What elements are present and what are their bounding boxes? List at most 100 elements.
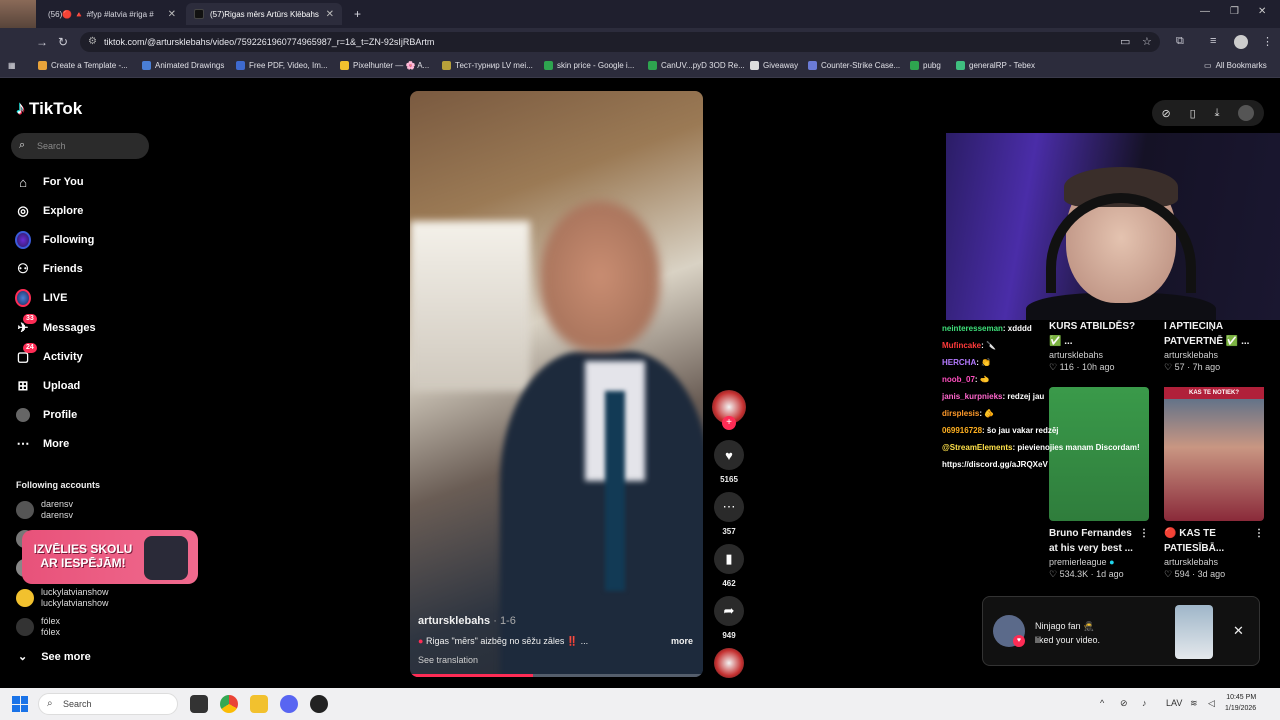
nav-more[interactable]: ⋯ More: [15, 434, 70, 454]
bookmark-item[interactable]: Counter-Strike Case...: [808, 61, 900, 70]
nav-for-you[interactable]: ⌂ For You: [15, 172, 83, 192]
close-icon[interactable]: ✕: [326, 9, 334, 20]
tiktok-logo[interactable]: ♪ TikTok: [16, 98, 82, 119]
see-translation-link[interactable]: See translation: [418, 655, 478, 665]
chat-text: : 👏: [976, 358, 992, 367]
compass-icon[interactable]: ⊘: [1161, 107, 1170, 120]
extensions-icon[interactable]: ⧉: [1176, 35, 1184, 48]
comment-button[interactable]: ⋯ 357: [712, 492, 746, 536]
bookmark-item[interactable]: generalRP - Tebex: [956, 61, 1035, 70]
share-count: 949: [722, 631, 736, 640]
comment-icon: ⋯: [714, 492, 744, 522]
all-bookmarks[interactable]: ▭ All Bookmarks: [1204, 61, 1267, 70]
discord-icon[interactable]: [280, 695, 298, 713]
task-view-icon[interactable]: [190, 695, 208, 713]
cast-icon[interactable]: ▭: [1120, 35, 1130, 48]
following-account[interactable]: fólex fólex: [16, 615, 60, 639]
wifi-icon[interactable]: ≋: [1190, 698, 1198, 709]
nav-following[interactable]: Following: [15, 230, 94, 250]
reload-icon[interactable]: ↻: [58, 35, 68, 49]
author-avatar-button[interactable]: +: [712, 390, 746, 430]
bookmark-item[interactable]: Create a Template -...: [38, 61, 128, 70]
more-link[interactable]: more: [671, 636, 693, 647]
browser-tab[interactable]: (56)🔴 🔺 #fyp #latvia #riga # ✕: [40, 3, 184, 25]
chat-username: dirsplesis: [942, 409, 980, 418]
taskbar-search[interactable]: ⌕ Search: [38, 693, 178, 715]
chat-username: neinteresseman: [942, 324, 1003, 333]
close-icon[interactable]: ✕: [1233, 623, 1244, 639]
like-button[interactable]: ♥ 5165: [712, 440, 746, 484]
save-count: 462: [722, 579, 736, 588]
chat-username: 069916728: [942, 426, 983, 435]
volume-icon[interactable]: ◁: [1208, 698, 1215, 709]
nav-live[interactable]: LIVE: [15, 288, 67, 308]
bookmark-item[interactable]: skin price - Google i...: [544, 61, 634, 70]
tray-chevron-icon[interactable]: ^: [1100, 698, 1104, 708]
video-author[interactable]: artursklebahs · 1-6: [418, 615, 516, 627]
file-explorer-icon[interactable]: [250, 695, 268, 713]
sound-avatar-button[interactable]: [712, 648, 746, 678]
bookmark-item[interactable]: pubg: [910, 61, 941, 70]
notification-toast[interactable]: ♥ Ninjago fan 🥷 liked your video. ✕: [982, 596, 1260, 666]
minimize-icon[interactable]: —: [1200, 6, 1210, 17]
obs-icon[interactable]: [310, 695, 328, 713]
windows-taskbar: ⌕ Search ^ ⊘ ♪ LAV ≋ ◁ 10:45 PM 1/19/202…: [0, 688, 1280, 720]
url-text: tiktok.com/@artursklebahs/video/75922619…: [104, 37, 435, 47]
restore-icon[interactable]: ❐: [1230, 6, 1239, 17]
card-options-icon[interactable]: ⋮: [1139, 526, 1149, 556]
bookmark-star-icon[interactable]: ☆: [1142, 35, 1152, 48]
close-window-icon[interactable]: ✕: [1258, 6, 1266, 17]
nav-explore[interactable]: ◎ Explore: [15, 201, 83, 221]
language-indicator[interactable]: LAV: [1166, 698, 1182, 708]
windows-start-icon[interactable]: [12, 696, 28, 712]
chat-text: : 🔪: [981, 341, 996, 350]
chat-message: Mufincake: 🔪: [942, 337, 1172, 354]
see-more-button[interactable]: ⌄ See more: [18, 650, 91, 664]
video-player[interactable]: artursklebahs · 1-6 ● Rigas "mērs" aizbē…: [410, 91, 703, 677]
browser-tab-active[interactable]: (57)Rigas mērs Artūrs Klēbahs ✕: [186, 3, 342, 25]
chat-username: @StreamElements: [942, 443, 1013, 452]
folder-icon: ▭: [1204, 61, 1212, 70]
bookmark-item[interactable]: CanUV...pyD 3OD Re...: [648, 61, 745, 70]
search-input[interactable]: ⌕ Search: [11, 133, 149, 159]
phone-icon[interactable]: ▯: [1190, 107, 1196, 120]
account-avatar-icon[interactable]: [1234, 35, 1248, 49]
following-account[interactable]: luckylatvianshow luckylatvianshow: [16, 586, 109, 610]
site-info-icon[interactable]: ⚙: [88, 36, 97, 47]
bookmark-item[interactable]: Animated Drawings: [142, 61, 224, 70]
nav-profile[interactable]: Profile: [15, 405, 77, 425]
following-account[interactable]: darensv darensv: [16, 498, 73, 522]
url-field[interactable]: ⚙ tiktok.com/@artursklebahs/video/759226…: [80, 32, 1160, 52]
bookmark-item[interactable]: Тест-турнир LV mei...: [442, 61, 533, 70]
save-button[interactable]: ▮ 462: [712, 544, 746, 588]
bookmark-item[interactable]: Pixelhunter — 🌸 A...: [340, 61, 429, 70]
microphone-icon[interactable]: ♪: [1142, 698, 1147, 708]
nav-activity[interactable]: ▢ 24 Activity: [15, 343, 83, 367]
bookmark-item[interactable]: Free PDF, Video, Im...: [236, 61, 328, 70]
nav-friends[interactable]: ⚇ Friends: [15, 259, 83, 279]
video-frame-window: [410, 221, 530, 391]
apps-grid-icon[interactable]: ▦: [8, 61, 16, 70]
profile-icon: [16, 408, 30, 422]
nav-messages[interactable]: ✈ 33 Messages: [15, 314, 96, 338]
reading-list-icon[interactable]: ≡: [1210, 35, 1216, 47]
share-button[interactable]: ➦ 949: [712, 596, 746, 640]
video-card[interactable]: KAS TE NOTIEK? 🔴 KAS TE PATIESĪBĀ... ⋮ ar…: [1164, 387, 1264, 580]
menu-kebab-icon[interactable]: ⋮: [1262, 35, 1273, 48]
chrome-icon[interactable]: [220, 695, 238, 713]
avatar[interactable]: [1238, 105, 1255, 121]
card-author: artursklebahs: [1164, 350, 1219, 360]
download-icon[interactable]: ⤓: [1215, 107, 1220, 120]
system-clock[interactable]: 10:45 PM 1/19/2026: [1225, 692, 1256, 714]
video-progress-bar[interactable]: [410, 674, 703, 677]
forward-icon[interactable]: →: [36, 35, 48, 49]
network-icon[interactable]: ⊘: [1120, 698, 1128, 709]
chat-username: noob_07: [942, 375, 975, 384]
follow-plus-icon[interactable]: +: [722, 416, 736, 430]
nav-upload[interactable]: ⊞ Upload: [15, 376, 81, 396]
new-tab-button[interactable]: +: [346, 3, 362, 25]
card-options-icon[interactable]: ⋮: [1254, 526, 1264, 556]
bookmark-item[interactable]: Giveaway: [750, 61, 798, 70]
promo-banner[interactable]: IZVĒLIES SKOLU AR IESPĒJĀM!: [22, 530, 198, 584]
close-icon[interactable]: ✕: [168, 9, 176, 20]
